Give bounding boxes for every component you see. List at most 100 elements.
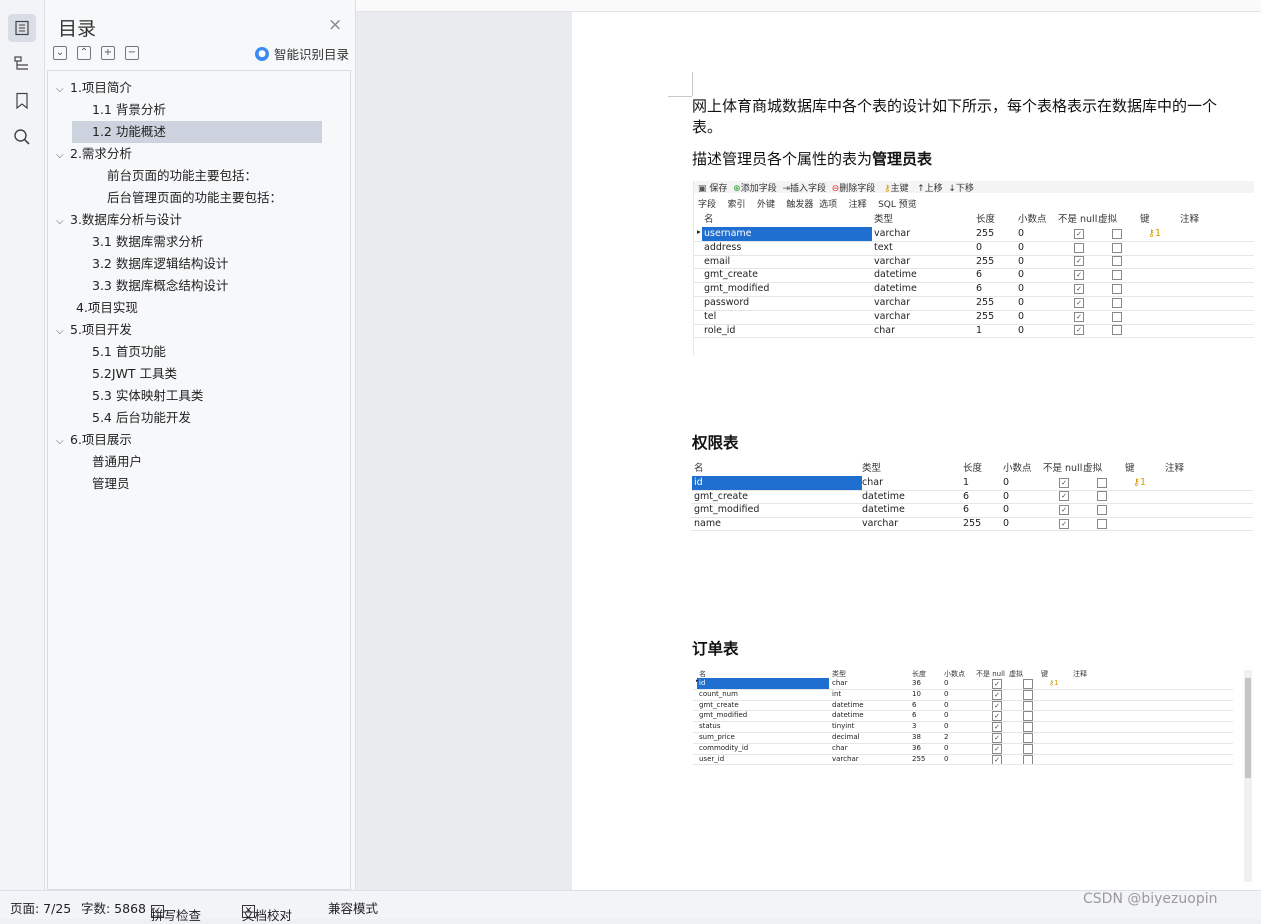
toc-item[interactable]: 5.4 后台功能开发: [92, 407, 342, 429]
order-heading: 订单表: [692, 640, 739, 658]
admin-table-tabs: 字段 索引 外键 触发器 选项 注释 SQL 预览: [698, 197, 917, 210]
close-icon[interactable]: ×: [328, 15, 342, 35]
column-header: 小数点: [1018, 214, 1047, 225]
table-row: password varchar 255 0 ✓: [694, 296, 1254, 310]
tab-fk: 外键: [756, 200, 775, 210]
field-name: count_num: [699, 689, 738, 698]
field-type: char: [874, 324, 895, 336]
collapse-up-icon[interactable]: ⌃: [77, 46, 91, 60]
toc-item[interactable]: 前台页面的功能主要包括：: [107, 165, 337, 187]
toc-item[interactable]: 3.3 数据库概念结构设计: [92, 275, 342, 297]
smart-icon: ●: [255, 46, 269, 61]
chevron-down-icon[interactable]: ⌵: [56, 145, 70, 167]
field-type: int: [832, 689, 842, 698]
toc-item[interactable]: 5.1 首页功能: [92, 341, 342, 363]
toc-item[interactable]: 后台管理页面的功能主要包括：: [107, 187, 337, 209]
toc-item[interactable]: 管理员: [92, 473, 342, 495]
toc-item[interactable]: ⌵ 3.数据库分析与设计: [56, 209, 336, 231]
bookmark-icon[interactable]: [8, 87, 36, 115]
field-len: 3: [912, 722, 917, 731]
virtual-checkbox: [1023, 733, 1033, 743]
field-dec: 0: [944, 743, 949, 752]
status-bar: 页面: 7/25 字数: 5868 ✓ 拼写检查 ▾ ✕ 文档校对 兼容模式: [0, 890, 1261, 923]
scrollbar-thumb[interactable]: [1245, 678, 1251, 778]
column-header: 类型: [862, 463, 882, 474]
toc-item[interactable]: 3.1 数据库需求分析: [92, 231, 342, 253]
notnull-checkbox: ✓: [992, 689, 1002, 700]
table-row: gmt_create datetime 6 0 ✓: [691, 490, 1253, 504]
table-row: commodity_id char 36 0 ✓: [693, 743, 1233, 754]
field-name: address: [704, 241, 742, 253]
toc-item[interactable]: ⌵ 6.项目展示: [56, 429, 336, 451]
expand-down-icon[interactable]: ⌄: [53, 46, 67, 60]
add-heading-icon[interactable]: +: [101, 46, 115, 60]
notnull-checkbox: ✓: [992, 722, 1002, 733]
table-row: gmt_modified datetime 6 0 ✓: [693, 710, 1233, 722]
table-row: email varchar 255 0 ✓: [694, 255, 1254, 269]
toc-item-label: 2.需求分析: [70, 146, 132, 161]
toc-list: ⌵ 1.项目简介 1.1 背景分析 1.2 功能概述 ⌵ 2.需求分析 前台页面的功…: [47, 70, 351, 890]
virtual-checkbox: [1097, 491, 1107, 502]
order-table-scrollbar[interactable]: [1244, 670, 1252, 882]
field-type: datetime: [832, 700, 864, 709]
virtual-checkbox: [1023, 700, 1033, 711]
field-name: id: [697, 678, 829, 689]
field-dec: 0: [1003, 504, 1010, 516]
toc-item[interactable]: 5.3 实体映射工具类: [92, 385, 342, 407]
toc-item[interactable]: 5.2JWT 工具类: [92, 363, 342, 385]
table-row: tel varchar 255 0 ✓: [694, 310, 1254, 324]
field-dec: 0: [944, 679, 949, 687]
dropdown-arrow-icon: ▾: [151, 905, 156, 914]
toc-item[interactable]: 普通用户: [92, 451, 342, 473]
chevron-down-icon[interactable]: ⌵: [56, 211, 70, 233]
toc-item-label: 4.项目实现: [76, 300, 138, 315]
field-len: 6: [976, 283, 983, 295]
column-header: 虚拟: [1098, 214, 1118, 225]
intro-paragraph-line1: 网上体育商城数据库中各个表的设计如下所示，每个表格表示在数据库中的一个: [692, 97, 1218, 115]
smart-toc-button[interactable]: ● 智能识别目录: [255, 44, 349, 63]
table-row: gmt_create datetime 6 0 ✓: [693, 700, 1233, 711]
field-name: status: [699, 722, 721, 731]
toc-item-label: 管理员: [92, 476, 130, 491]
remove-heading-icon[interactable]: −: [125, 46, 139, 60]
notnull-checkbox: ✓: [1074, 228, 1084, 239]
toc-item[interactable]: 4.项目实现: [76, 297, 336, 319]
field-dec: 0: [1003, 490, 1010, 502]
toc-item[interactable]: ⌵ 2.需求分析: [56, 143, 336, 165]
field-dec: 0: [1018, 324, 1025, 336]
field-dec: 0: [1018, 255, 1025, 267]
row-pointer-icon: ▸: [696, 678, 699, 684]
field-name: gmt_create: [699, 700, 739, 709]
order-fields-table: 名类型 长度 小数点 不是 null 虚拟键注释 id char 36 0 ✓ ⚷1 count_nu…: [693, 667, 1243, 772]
outline-tree-icon[interactable]: [8, 50, 36, 78]
toc-item[interactable]: ⌵ 1.项目简介: [56, 77, 336, 99]
toc-panel: 目录 × ⌄ ⌃ + − ● 智能识别目录 ⌵ 1.项目简介 1.1 背景分析 1…: [45, 0, 356, 890]
toc-item-label: 6.项目展示: [70, 432, 132, 447]
toc-item[interactable]: ⌵ 5.项目开发: [56, 319, 336, 341]
chevron-down-icon[interactable]: ⌵: [56, 79, 70, 101]
tab-sql: SQL 预览: [878, 200, 917, 210]
table-row: role_id char 1 0 ✓: [694, 324, 1254, 338]
toc-panel-icon[interactable]: [8, 14, 36, 42]
field-name: gmt_create: [704, 269, 758, 281]
toc-item-label: 1.1 背景分析: [92, 102, 166, 117]
virtual-checkbox: [1112, 242, 1122, 253]
toc-item-label: 1.2 功能概述: [92, 124, 166, 139]
page-indicator[interactable]: 页面: 7/25: [10, 898, 71, 917]
chevron-down-icon[interactable]: ⌵: [56, 321, 70, 343]
word-count[interactable]: 字数: 5868: [81, 898, 146, 917]
chevron-down-icon[interactable]: ⌵: [56, 431, 70, 453]
spell-check-label: 拼写检查: [151, 908, 202, 923]
field-name: commodity_id: [699, 743, 749, 752]
order-table-image: 名类型 长度 小数点 不是 null 虚拟键注释 id char 36 0 ✓ ⚷1 count_nu…: [693, 667, 1243, 772]
field-type: varchar: [874, 310, 911, 322]
toc-toolbar: ⌄ ⌃ + −: [53, 46, 139, 60]
field-len: 6: [976, 269, 983, 281]
toc-item[interactable]: 1.1 背景分析: [92, 99, 342, 121]
field-dec: 0: [944, 722, 949, 731]
toc-item-selected[interactable]: 1.2 功能概述: [72, 121, 322, 143]
admin-fields-table: 名类型 长度 小数点 不是 null 虚拟键注释 username varchar 255 0 ✓…: [694, 213, 1254, 353]
search-icon[interactable]: [8, 123, 36, 151]
tab-index: 索引: [727, 200, 746, 210]
toc-item[interactable]: 3.2 数据库逻辑结构设计: [92, 253, 342, 275]
